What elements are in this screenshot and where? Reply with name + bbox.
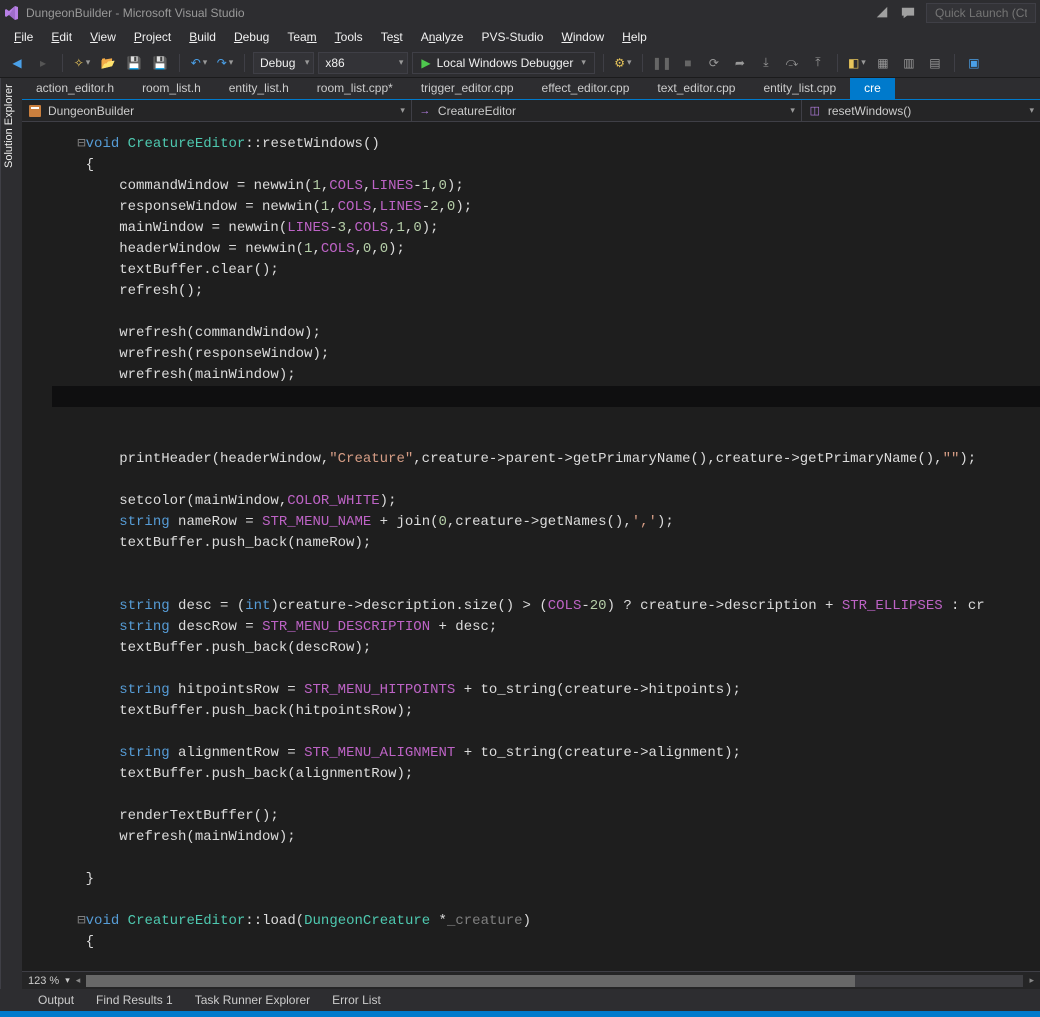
quick-launch-input[interactable] — [926, 3, 1036, 23]
step-out-icon[interactable]: ⤒ — [807, 52, 829, 74]
new-project-icon[interactable]: ✧▾ — [71, 52, 93, 74]
menu-team[interactable]: Team — [279, 28, 324, 46]
restart-icon[interactable]: ⟳ — [703, 52, 725, 74]
feedback-icon[interactable] — [900, 5, 916, 21]
editor-zoom-bar: 123 % ▾ ◂ ▸ — [22, 971, 1040, 989]
solution-explorer-tab[interactable]: Solution Explorer — [0, 78, 22, 989]
nav-class-dropdown[interactable]: → CreatureEditor — [412, 100, 802, 121]
zoom-chevron-icon[interactable]: ▾ — [65, 975, 70, 986]
nav-class-label: CreatureEditor — [438, 104, 516, 118]
solution-platform-dropdown[interactable]: x86 — [318, 52, 408, 74]
doc-tab[interactable]: entity_list.cpp — [749, 78, 850, 99]
step-config-icon[interactable]: ⚙▾ — [612, 52, 634, 74]
standard-toolbar: ◀ ▸ ✧▾ 📂 💾 💾 ↶▾ ↷▾ Debug x86 ▶ Local Win… — [0, 48, 1040, 78]
save-icon[interactable]: 💾 — [123, 52, 145, 74]
find-results-tab[interactable]: Find Results 1 — [86, 990, 183, 1010]
hscroll-left-icon[interactable]: ◂ — [76, 975, 81, 986]
menu-analyze[interactable]: Analyze — [413, 28, 472, 46]
doc-tab[interactable]: room_list.h — [128, 78, 215, 99]
tool-icon-3[interactable]: ▥ — [898, 52, 920, 74]
navigation-bar: DungeonBuilder → CreatureEditor ◫ resetW… — [22, 100, 1040, 122]
nav-back-icon[interactable]: ◀ — [6, 52, 28, 74]
method-arrow-icon: → — [418, 104, 432, 118]
undo-icon[interactable]: ↶▾ — [188, 52, 210, 74]
solution-config-dropdown[interactable]: Debug — [253, 52, 314, 74]
nav-scope-label: DungeonBuilder — [48, 104, 134, 118]
menu-view[interactable]: View — [82, 28, 124, 46]
tool-icon-2[interactable]: ▦ — [872, 52, 894, 74]
notifications-icon[interactable] — [874, 5, 890, 21]
hscroll-right-icon[interactable]: ▸ — [1029, 975, 1034, 986]
vs-logo-icon — [4, 5, 20, 21]
step-into-icon[interactable]: ⤓ — [755, 52, 777, 74]
menu-window[interactable]: Window — [553, 28, 612, 46]
title-bar: DungeonBuilder - Microsoft Visual Studio — [0, 0, 1040, 26]
doc-tab[interactable]: room_list.cpp* — [303, 78, 407, 99]
bottom-tool-tabs: Output Find Results 1 Task Runner Explor… — [22, 989, 1040, 1011]
nav-member-dropdown[interactable]: ◫ resetWindows() — [802, 100, 1040, 121]
doc-tab-active[interactable]: cre — [850, 78, 895, 99]
menu-debug[interactable]: Debug — [226, 28, 277, 46]
zoom-level[interactable]: 123 % — [28, 975, 59, 987]
nav-member-label: resetWindows() — [828, 104, 911, 118]
menu-project[interactable]: Project — [126, 28, 179, 46]
error-list-tab[interactable]: Error List — [322, 990, 391, 1010]
scrollbar-thumb[interactable] — [86, 975, 855, 987]
method-cube-icon: ◫ — [808, 104, 822, 118]
menu-build[interactable]: Build — [181, 28, 224, 46]
tool-icon-4[interactable]: ▤ — [924, 52, 946, 74]
play-icon: ▶ — [421, 56, 430, 70]
menu-pvs[interactable]: PVS-Studio — [473, 28, 551, 46]
pause-icon[interactable]: ❚❚ — [651, 52, 673, 74]
code-content[interactable]: ⊟void CreatureEditor::resetWindows() { c… — [22, 122, 1040, 965]
task-runner-tab[interactable]: Task Runner Explorer — [185, 990, 320, 1010]
step-over-icon[interactable]: ⤼ — [781, 52, 803, 74]
menu-edit[interactable]: Edit — [43, 28, 80, 46]
project-icon — [28, 104, 42, 118]
menu-help[interactable]: Help — [614, 28, 655, 46]
menu-bar: File Edit View Project Build Debug Team … — [0, 26, 1040, 48]
doc-tab[interactable]: effect_editor.cpp — [528, 78, 644, 99]
save-all-icon[interactable]: 💾 — [149, 52, 171, 74]
tool-icon-1[interactable]: ◧▾ — [846, 52, 868, 74]
nav-fwd-icon[interactable]: ▸ — [32, 52, 54, 74]
nav-scope-dropdown[interactable]: DungeonBuilder — [22, 100, 412, 121]
code-editor[interactable]: ⊟void CreatureEditor::resetWindows() { c… — [22, 122, 1040, 971]
menu-test[interactable]: Test — [373, 28, 411, 46]
menu-file[interactable]: File — [6, 28, 41, 46]
start-debugging-button[interactable]: ▶ Local Windows Debugger ▾ — [412, 52, 595, 74]
tool-icon-5[interactable]: ▣ — [963, 52, 985, 74]
menu-tools[interactable]: Tools — [327, 28, 371, 46]
output-tab[interactable]: Output — [28, 990, 84, 1010]
show-next-icon[interactable]: ➦ — [729, 52, 751, 74]
document-tab-well: action_editor.h room_list.h entity_list.… — [22, 78, 1040, 100]
redo-icon[interactable]: ↷▾ — [214, 52, 236, 74]
window-title: DungeonBuilder - Microsoft Visual Studio — [26, 6, 245, 20]
status-bar — [0, 1011, 1040, 1017]
doc-tab[interactable]: trigger_editor.cpp — [407, 78, 528, 99]
doc-tab[interactable]: entity_list.h — [215, 78, 303, 99]
stop-icon[interactable]: ■ — [677, 52, 699, 74]
debugger-label: Local Windows Debugger — [437, 56, 574, 70]
doc-tab[interactable]: text_editor.cpp — [643, 78, 749, 99]
doc-tab[interactable]: action_editor.h — [22, 78, 128, 99]
horizontal-scrollbar[interactable] — [86, 975, 1023, 987]
open-file-icon[interactable]: 📂 — [97, 52, 119, 74]
